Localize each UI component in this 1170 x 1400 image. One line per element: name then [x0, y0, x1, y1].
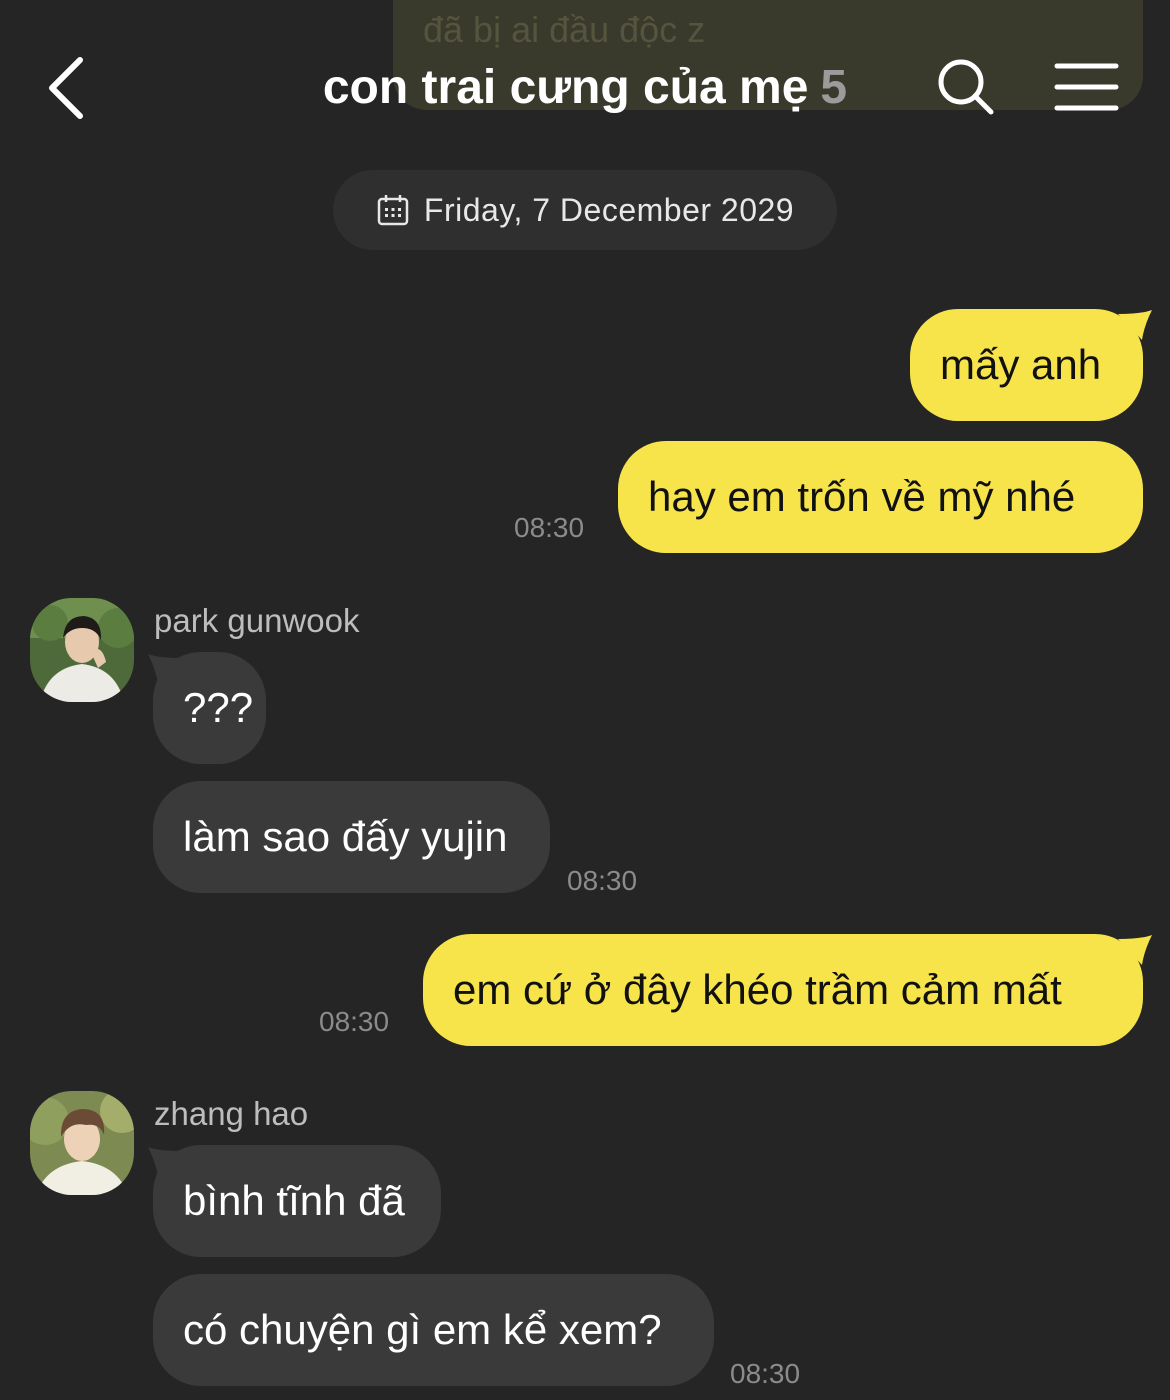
message-text: bình tĩnh đã	[183, 1177, 405, 1224]
message-text: hay em trốn về mỹ nhé	[648, 473, 1076, 520]
sender-name: zhang hao	[154, 1095, 309, 1132]
message-text: mấy anh	[940, 341, 1102, 388]
sender-name: park gunwook	[154, 602, 360, 639]
menu-button[interactable]	[1052, 58, 1122, 118]
avatar-zhang-hao[interactable]	[30, 1091, 134, 1195]
message-timestamp: 08:30	[319, 1006, 390, 1037]
avatar-park-gunwook[interactable]	[30, 598, 134, 702]
menu-icon	[1054, 63, 1119, 111]
my-message-bubble[interactable]: em cứ ở đây khéo trầm cảm mất	[423, 934, 1143, 1046]
avatar-photo	[30, 598, 134, 702]
message-timestamp: 08:30	[730, 1358, 801, 1389]
message-text: ???	[183, 684, 254, 731]
other-message-bubble[interactable]: bình tĩnh đã	[153, 1145, 441, 1257]
avatar-photo	[30, 1091, 134, 1195]
message-text: em cứ ở đây khéo trầm cảm mất	[453, 966, 1062, 1013]
message-text: có chuyện gì em kể xem?	[183, 1306, 662, 1353]
bubble-tail	[1118, 935, 1152, 965]
message-timestamp: 08:30	[567, 865, 638, 896]
message-timestamp: 08:30	[514, 512, 585, 543]
other-message-bubble[interactable]: làm sao đấy yujin	[153, 781, 550, 893]
member-count: 5	[820, 61, 848, 114]
my-message-bubble[interactable]: hay em trốn về mỹ nhé	[618, 441, 1143, 553]
chat-title: con trai cưng của mẹ	[322, 61, 809, 114]
message-text: làm sao đấy yujin	[183, 813, 508, 860]
other-message-bubble[interactable]: ???	[153, 652, 266, 764]
my-message-bubble[interactable]: mấy anh	[910, 309, 1143, 421]
search-icon	[938, 59, 994, 115]
date-text: Friday, 7 December 2029	[423, 191, 795, 228]
other-message-bubble[interactable]: có chuyện gì em kể xem?	[153, 1274, 714, 1386]
bubble-tail	[1118, 310, 1152, 340]
chat-header: con trai cưng của mẹ 5	[0, 0, 1170, 140]
date-divider: Friday, 7 December 2029	[333, 170, 837, 250]
search-button[interactable]	[934, 55, 998, 119]
calendar-icon	[377, 195, 409, 226]
